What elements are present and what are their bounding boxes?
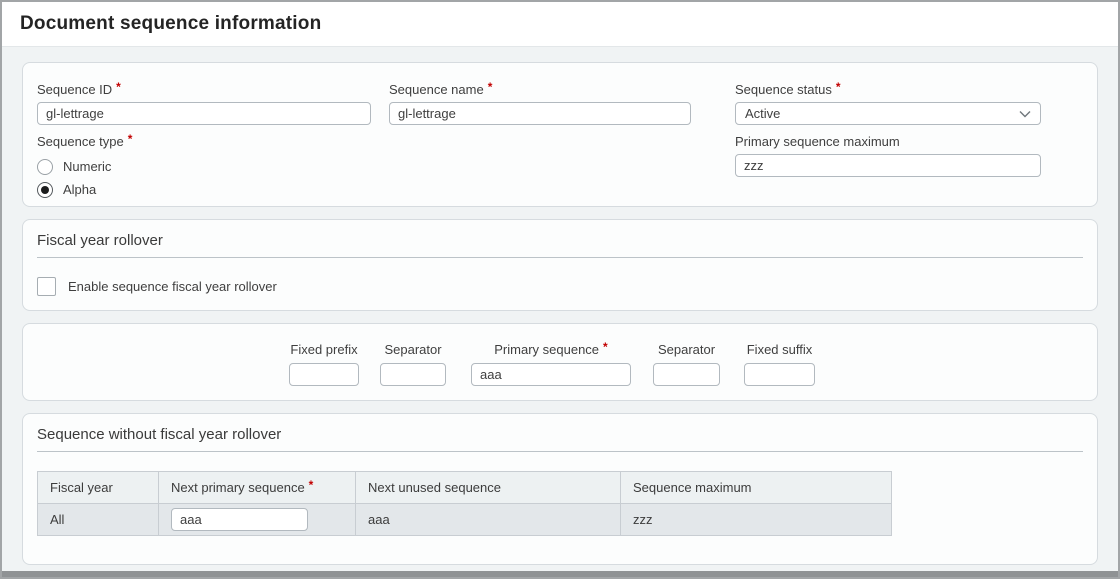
sequence-without-rollover-section: Sequence without fiscal year rollover Fi… (22, 413, 1098, 565)
primary-sequence-input[interactable] (471, 363, 631, 386)
sequence-name-label: Sequence name* (389, 82, 691, 97)
separator2-label: Separator (653, 342, 720, 357)
separator1-field: Separator (380, 342, 446, 386)
sequence-id-label: Sequence ID* (37, 82, 371, 97)
sequence-status-field: Sequence status* Active (735, 82, 1041, 125)
required-asterisk: * (116, 80, 121, 94)
document-sequence-window: Document sequence information Sequence I… (0, 0, 1120, 579)
separator2-input[interactable] (653, 363, 720, 386)
cell-next-primary-sequence (159, 504, 356, 536)
sequence-type-field: Sequence type* Numeric Alpha (37, 134, 735, 201)
fixed-suffix-label: Fixed suffix (744, 342, 815, 357)
enable-rollover-row: Enable sequence fiscal year rollover (37, 277, 1083, 296)
fiscal-year-rollover-section: Fiscal year rollover Enable sequence fis… (22, 219, 1098, 311)
sequence-format-section: Fixed prefix Separator Primary sequence*… (22, 323, 1098, 401)
section-divider (37, 257, 1083, 258)
fixed-prefix-label: Fixed prefix (289, 342, 359, 357)
title-bar: Document sequence information (2, 2, 1118, 47)
required-asterisk: * (309, 478, 314, 492)
separator2-field: Separator (653, 342, 720, 386)
required-asterisk: * (836, 80, 841, 94)
fiscal-year-rollover-title: Fiscal year rollover (37, 232, 1083, 249)
general-row-1: Sequence ID* Sequence name* Sequence sta… (37, 82, 1083, 125)
sequence-status-label: Sequence status* (735, 82, 1041, 97)
sequence-table: Fiscal year Next primary sequence* Next … (37, 471, 892, 536)
window-bottom-edge (2, 571, 1118, 577)
column-header-sequence-maximum: Sequence maximum (621, 472, 892, 504)
column-header-next-primary-sequence: Next primary sequence* (159, 472, 356, 504)
sequence-status-select[interactable]: Active (735, 102, 1041, 125)
cell-next-unused-sequence: aaa (356, 504, 621, 536)
primary-sequence-maximum-field: Primary sequence maximum (735, 134, 1041, 201)
primary-sequence-label: Primary sequence* (471, 342, 631, 357)
sequence-name-input[interactable] (389, 102, 691, 125)
sequence-name-field: Sequence name* (389, 82, 691, 125)
next-primary-sequence-input[interactable] (171, 508, 308, 531)
fixed-prefix-field: Fixed prefix (289, 342, 359, 386)
cell-fiscal-year: All (38, 504, 159, 536)
chevron-down-icon (1019, 110, 1031, 118)
fixed-suffix-input[interactable] (744, 363, 815, 386)
sequence-without-rollover-title: Sequence without fiscal year rollover (37, 426, 1083, 443)
sequence-id-field: Sequence ID* (37, 82, 371, 125)
sequence-id-input[interactable] (37, 102, 371, 125)
section-divider (37, 451, 1083, 452)
required-asterisk: * (488, 80, 493, 94)
sequence-type-option-numeric[interactable]: Numeric (37, 155, 735, 178)
sequence-type-label: Sequence type* (37, 134, 735, 149)
primary-sequence-maximum-label: Primary sequence maximum (735, 134, 1041, 149)
enable-rollover-label: Enable sequence fiscal year rollover (68, 279, 277, 294)
separator1-input[interactable] (380, 363, 446, 386)
cell-sequence-maximum: zzz (621, 504, 892, 536)
sequence-type-option-alpha[interactable]: Alpha (37, 178, 735, 201)
column-header-next-unused-sequence: Next unused sequence (356, 472, 621, 504)
radio-selected-icon (37, 182, 53, 198)
required-asterisk: * (128, 132, 133, 146)
sequence-status-value: Active (745, 106, 780, 121)
radio-unselected-icon (37, 159, 53, 175)
general-row-2: Sequence type* Numeric Alpha Primary seq… (37, 134, 1083, 201)
primary-sequence-maximum-input[interactable] (735, 154, 1041, 177)
general-info-section: Sequence ID* Sequence name* Sequence sta… (22, 62, 1098, 207)
page-title: Document sequence information (20, 13, 321, 35)
separator1-label: Separator (380, 342, 446, 357)
enable-rollover-checkbox[interactable] (37, 277, 56, 296)
table-row: All aaa zzz (38, 504, 892, 536)
required-asterisk: * (603, 340, 608, 354)
column-header-fiscal-year: Fiscal year (38, 472, 159, 504)
fixed-prefix-input[interactable] (289, 363, 359, 386)
fixed-suffix-field: Fixed suffix (744, 342, 815, 386)
primary-sequence-field: Primary sequence* (471, 342, 631, 386)
table-header-row: Fiscal year Next primary sequence* Next … (38, 472, 892, 504)
